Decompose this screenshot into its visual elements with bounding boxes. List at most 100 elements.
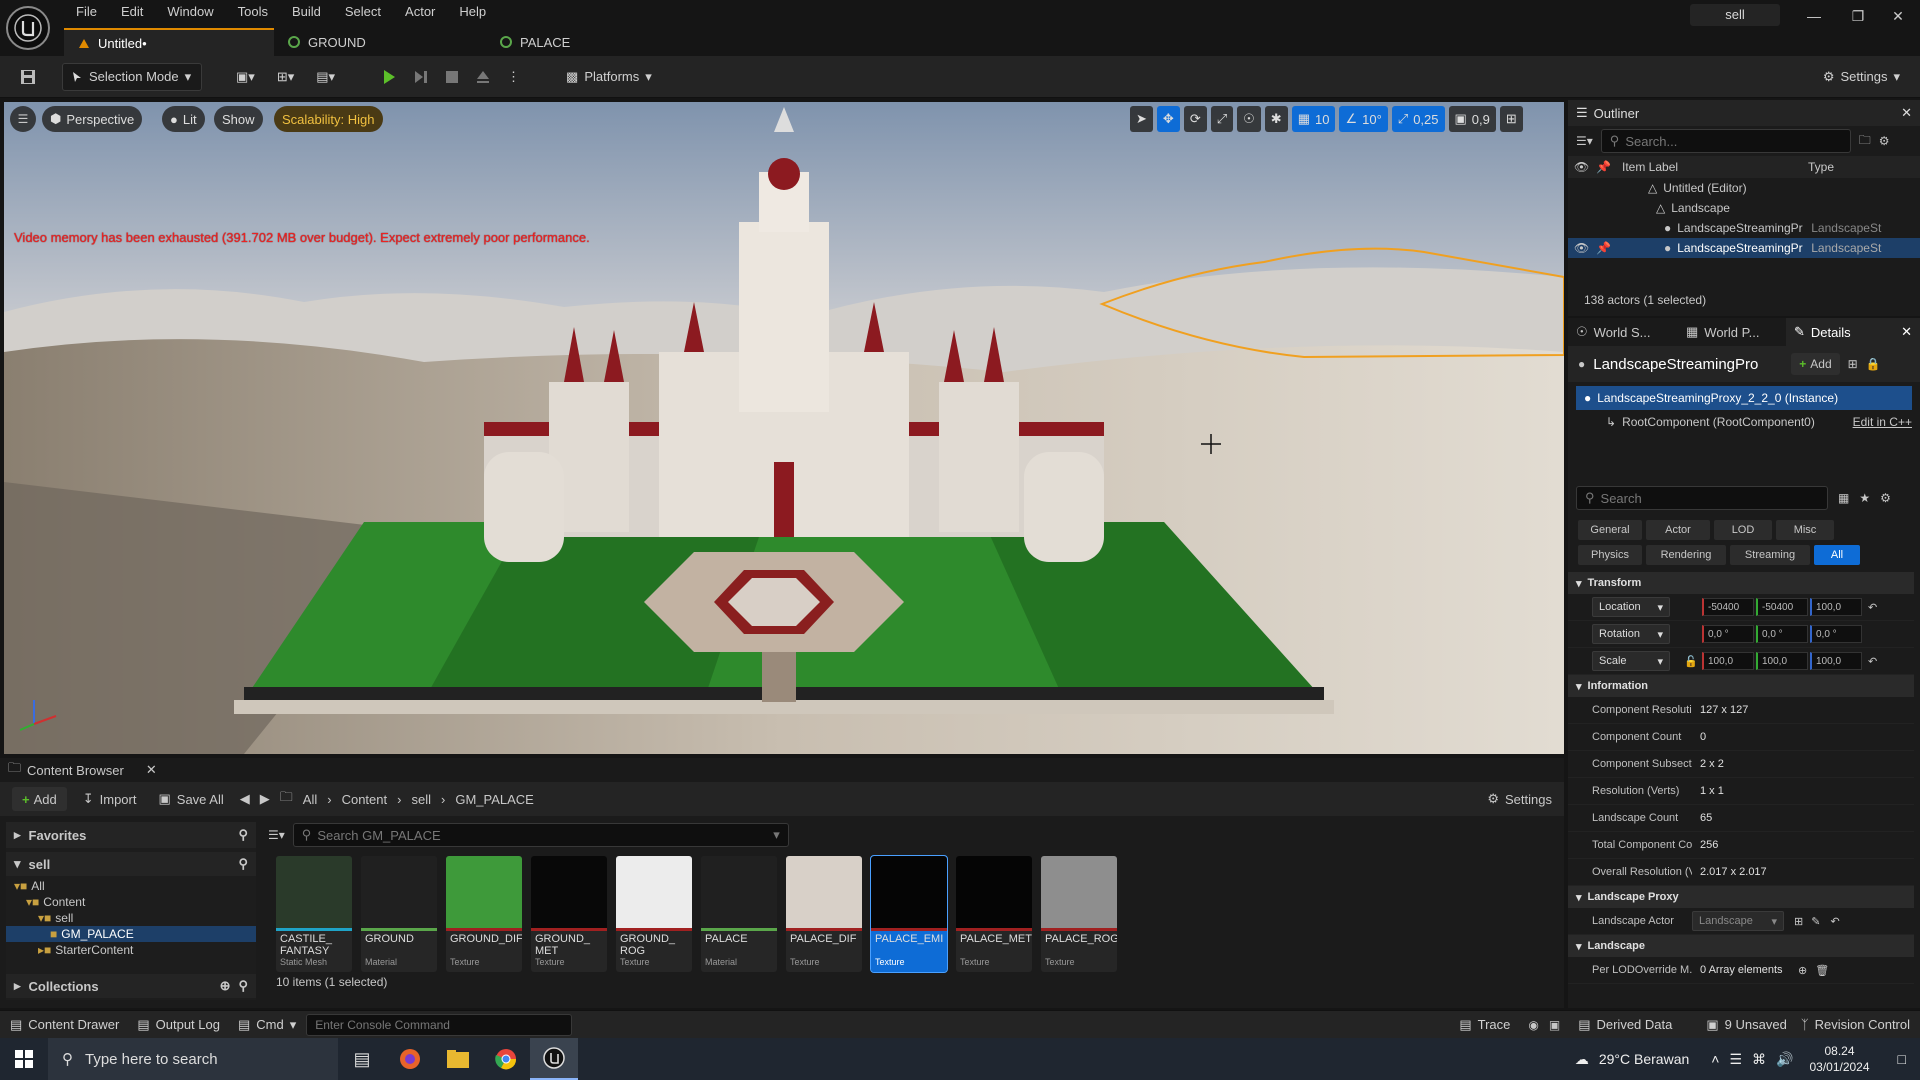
location-dropdown[interactable]: Location ▾ xyxy=(1592,597,1670,617)
eye-icon[interactable]: 👁 xyxy=(1574,160,1590,174)
breadcrumb-content[interactable]: Content xyxy=(342,792,388,807)
clock[interactable]: 08.24 03/01/2024 xyxy=(1809,1043,1869,1075)
breadcrumb-sell[interactable]: sell xyxy=(411,792,431,807)
edit-cpp-link[interactable]: Edit in C++ xyxy=(1853,415,1912,429)
eject-button[interactable] xyxy=(467,63,499,91)
add-folder-icon[interactable]: 🗀 xyxy=(1859,131,1871,152)
trash-icon[interactable]: 🗑 xyxy=(1815,964,1829,977)
cmd-dropdown[interactable]: ▤ Cmd ▾ xyxy=(238,1017,296,1033)
output-log-button[interactable]: ▤ Output Log xyxy=(137,1017,220,1033)
asset-tile[interactable]: GROUND_DIF Texture xyxy=(446,856,522,972)
notification-icon[interactable]: □ xyxy=(1898,1051,1906,1067)
information-section[interactable]: ▾ Information xyxy=(1568,675,1914,697)
derived-data-button[interactable]: ▤ Derived Data xyxy=(1578,1017,1672,1033)
scale-dropdown[interactable]: Scale ▾ xyxy=(1592,651,1670,671)
root-component-row[interactable]: ↳ RootComponent (RootComponent0) Edit in… xyxy=(1568,410,1920,434)
tree-row-selected[interactable]: 👁 📌 ● LandscapeStreamingPr LandscapeSt xyxy=(1568,238,1920,258)
unreal-engine-icon[interactable] xyxy=(530,1038,578,1080)
menu-file[interactable]: File xyxy=(64,0,109,24)
lit-button[interactable]: ● Lit xyxy=(162,106,205,132)
tab-world-partition[interactable]: ▦ World P... xyxy=(1678,324,1786,340)
menu-select[interactable]: Select xyxy=(333,0,393,24)
rotation-snap-button[interactable]: ∠ 10° xyxy=(1339,106,1388,132)
sell-header[interactable]: ▾ sell ⚲ xyxy=(6,852,256,876)
add-actor-button[interactable]: ▣▾ xyxy=(228,63,263,91)
asset-tile[interactable]: PALACE_MET Texture xyxy=(956,856,1032,972)
layout-button[interactable]: ⊞ xyxy=(1499,106,1523,132)
folder-content[interactable]: ▾■ Content xyxy=(6,894,256,910)
reset-icon[interactable]: ↶ xyxy=(1830,915,1839,928)
start-button[interactable] xyxy=(0,1038,48,1080)
item-label-column[interactable]: Item Label xyxy=(1612,160,1802,174)
browse-icon[interactable]: ⊞ xyxy=(1794,915,1803,928)
folder-all[interactable]: ▾■ All xyxy=(6,878,256,894)
add-element-icon[interactable]: ⊕ xyxy=(1798,964,1807,977)
play-options-button[interactable]: ⋮ xyxy=(499,63,528,91)
blueprint-icon[interactable]: ⊞ xyxy=(1848,357,1858,371)
stop-button[interactable] xyxy=(437,63,467,91)
level-viewport[interactable]: ☰ ⬢ Perspective ● Lit Show Scalability: … xyxy=(4,102,1564,754)
landscape-proxy-section[interactable]: ▾ Landscape Proxy xyxy=(1568,886,1914,908)
menu-help[interactable]: Help xyxy=(447,0,498,24)
weather-text[interactable]: 29°C Berawan xyxy=(1599,1051,1689,1067)
asset-tile[interactable]: CASTILE_ FANTASY Static Mesh xyxy=(276,856,352,972)
location-y[interactable]: -50400 xyxy=(1756,598,1808,616)
scalability-badge[interactable]: Scalability: High xyxy=(274,106,383,132)
volume-icon[interactable]: 🔊 xyxy=(1776,1051,1793,1068)
pin-icon[interactable]: 📌 xyxy=(1596,160,1612,174)
asset-tile[interactable]: PALACE_ROG Texture xyxy=(1041,856,1117,972)
camera-icon[interactable]: ▣ xyxy=(1549,1018,1560,1032)
rotation-z[interactable]: 0,0 ° xyxy=(1810,625,1862,643)
favorites-header[interactable]: ▸ Favorites ⚲ xyxy=(6,822,256,848)
tab-world-settings[interactable]: ☉ World S... xyxy=(1568,324,1678,340)
folder-starter-content[interactable]: ▸■ StarterContent xyxy=(6,942,256,958)
restore-button[interactable]: ❐ xyxy=(1836,0,1880,32)
rotation-y[interactable]: 0,0 ° xyxy=(1756,625,1808,643)
filter-rendering[interactable]: Rendering xyxy=(1646,545,1726,565)
tab-palace[interactable]: PALACE xyxy=(486,28,646,56)
firefox-icon[interactable] xyxy=(386,1038,434,1080)
tab-untitled[interactable]: Untitled• xyxy=(64,28,274,56)
cb-settings-button[interactable]: ⚙ Settings xyxy=(1487,791,1552,807)
filter-icon[interactable]: ☰▾ xyxy=(268,828,285,842)
outliner-search-input[interactable]: ⚲ Search... xyxy=(1600,129,1851,153)
tree-row[interactable]: △ Landscape xyxy=(1568,198,1920,218)
folder-sell[interactable]: ▾■ sell xyxy=(6,910,256,926)
menu-window[interactable]: Window xyxy=(155,0,225,24)
tree-row[interactable]: ● LandscapeStreamingPr LandscapeSt xyxy=(1568,218,1920,238)
search-icon[interactable]: ⚲ xyxy=(238,978,248,994)
filter-icon[interactable]: ☰▾ xyxy=(1576,134,1593,148)
pin-icon[interactable]: 📌 xyxy=(1596,241,1664,255)
star-icon[interactable]: ★ xyxy=(1859,491,1870,505)
location-z[interactable]: 100,0 xyxy=(1810,598,1862,616)
asset-search-input[interactable]: ⚲ Search GM_PALACE ▾ xyxy=(292,823,789,847)
search-icon[interactable]: ⚲ xyxy=(238,856,248,872)
file-explorer-icon[interactable] xyxy=(434,1038,482,1080)
add-collection-icon[interactable]: ⊕ xyxy=(220,978,231,994)
gear-icon[interactable]: ⚙ xyxy=(1879,134,1890,148)
console-input[interactable]: Enter Console Command xyxy=(306,1013,573,1036)
asset-tile[interactable]: GROUND_ ROG Texture xyxy=(616,856,692,972)
minimize-button[interactable]: — xyxy=(1792,0,1836,32)
back-icon[interactable]: ◀ xyxy=(240,791,250,807)
save-button[interactable] xyxy=(12,63,44,91)
location-x[interactable]: -50400 xyxy=(1702,598,1754,616)
forward-icon[interactable]: ▶ xyxy=(260,791,270,807)
actor-name[interactable]: LandscapeStreamingPro xyxy=(1593,356,1783,373)
menu-build[interactable]: Build xyxy=(280,0,333,24)
menu-tools[interactable]: Tools xyxy=(226,0,280,24)
import-button[interactable]: ↧ Import xyxy=(77,791,143,807)
play-button[interactable] xyxy=(373,63,405,91)
task-view-icon[interactable]: ▤ xyxy=(338,1038,386,1080)
scale-x[interactable]: 100,0 xyxy=(1702,652,1754,670)
cinematics-button[interactable]: ▤▾ xyxy=(308,63,343,91)
close-icon[interactable]: ✕ xyxy=(146,762,157,778)
filter-streaming[interactable]: Streaming xyxy=(1730,545,1810,565)
collections-header[interactable]: ▸ Collections ⊕ ⚲ xyxy=(6,974,256,998)
scale-tool[interactable]: ⤢ xyxy=(1210,106,1234,132)
add-button[interactable]: + Add xyxy=(12,787,67,811)
details-search-input[interactable]: ⚲ Search xyxy=(1576,486,1828,510)
asset-tile[interactable]: PALACE_EMI Texture xyxy=(870,855,948,973)
show-button[interactable]: Show xyxy=(214,106,263,132)
grid-snap-button[interactable]: ▦ 10 xyxy=(1291,106,1336,132)
